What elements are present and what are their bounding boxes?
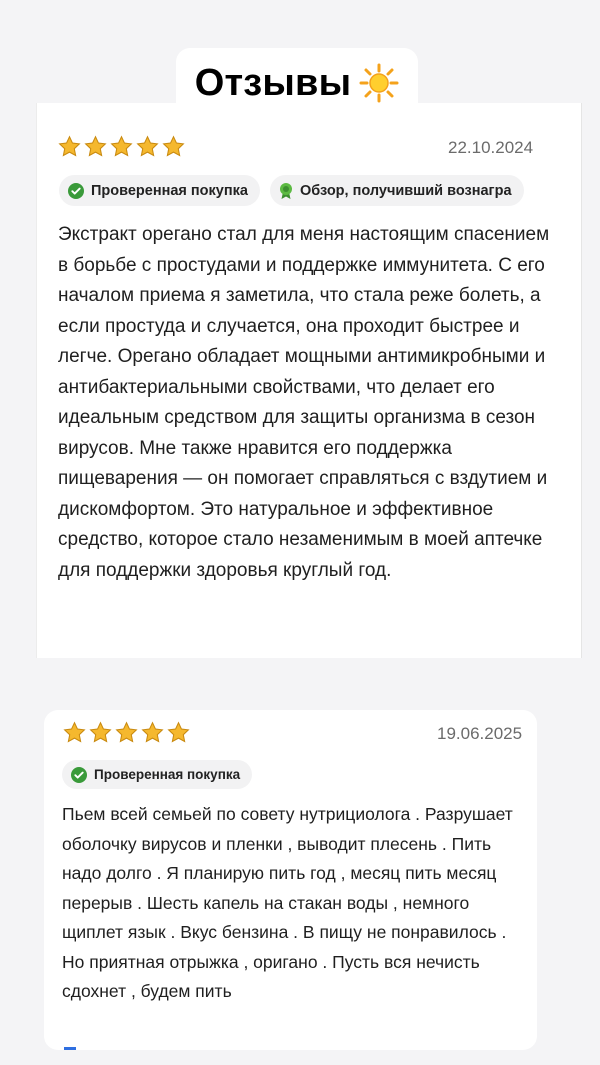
badge-row: Проверенная покупка (62, 760, 253, 789)
star-icon (162, 135, 185, 158)
badge-row: Проверенная покупка Обзор, получивший во… (59, 175, 524, 206)
star-icon (115, 721, 138, 744)
verified-purchase-badge: Проверенная покупка (59, 175, 260, 206)
review-card: 19.06.2025 Проверенная покупка Пьем всей… (44, 710, 537, 1050)
star-icon (110, 135, 133, 158)
badge-label: Проверенная покупка (91, 182, 248, 199)
badge-label: Обзор, получивший вознагра (299, 182, 512, 199)
star-icon (89, 721, 112, 744)
review-card: 22.10.2024 Проверенная покупка Обзор, по… (36, 103, 582, 658)
star-icon (167, 721, 190, 744)
page-title-bubble: Отзывы (176, 48, 418, 118)
page-title: Отзывы (194, 61, 352, 104)
badge-label: Проверенная покупка (94, 767, 241, 782)
star-icon (63, 721, 86, 744)
award-ribbon-icon (279, 182, 292, 199)
review-text: Экстракт орегано стал для меня настоящим… (58, 224, 550, 581)
check-circle-icon (71, 766, 87, 783)
sun-emoji-icon (359, 63, 399, 103)
star-icon (136, 135, 159, 158)
review-date: 22.10.2024 (448, 138, 534, 157)
star-rating (58, 135, 185, 158)
star-rating (63, 721, 190, 744)
star-icon (58, 135, 81, 158)
scroll-indicator (64, 1047, 76, 1050)
check-circle-icon (68, 182, 84, 199)
star-icon (84, 135, 107, 158)
star-icon (141, 721, 164, 744)
verified-purchase-badge: Проверенная покупка (62, 760, 253, 789)
rewarded-review-badge: Обзор, получивший вознагра (269, 175, 524, 206)
review-text: Пьем всей семьей по совету нутрициолога … (62, 804, 513, 1001)
review-date: 19.06.2025 (437, 724, 523, 743)
